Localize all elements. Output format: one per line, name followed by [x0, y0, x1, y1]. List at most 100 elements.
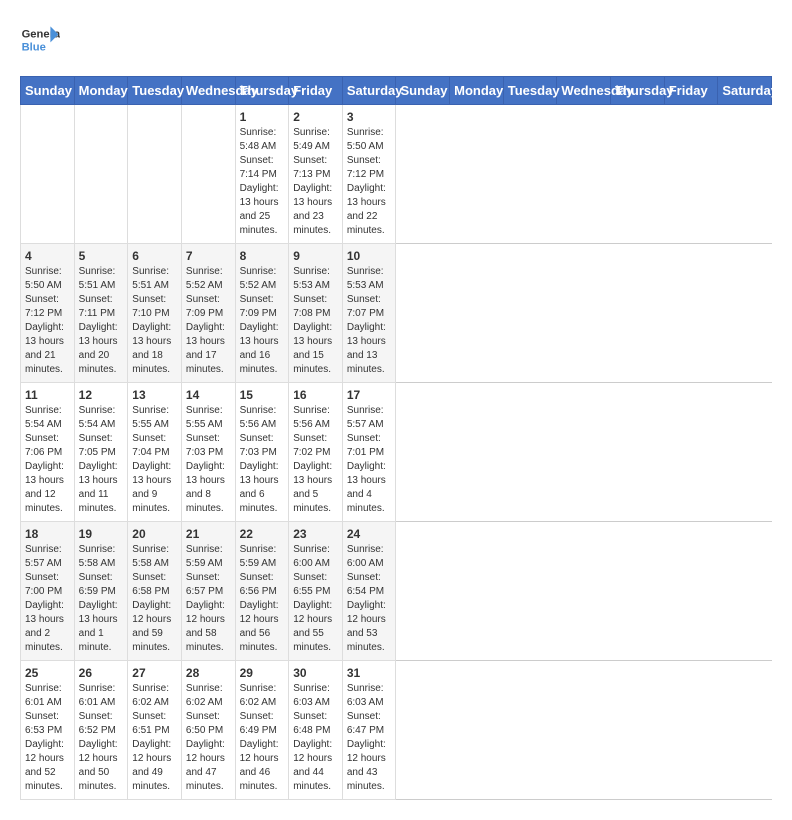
calendar-table: SundayMondayTuesdayWednesdayThursdayFrid… — [20, 76, 772, 800]
calendar-cell: 30 Sunrise: 6:03 AM Sunset: 6:48 PM Dayli… — [289, 661, 343, 800]
day-number: 6 — [132, 249, 177, 263]
header-day-saturday: Saturday — [718, 77, 772, 105]
header-day-sunday: Sunday — [396, 77, 450, 105]
calendar-cell: 2Sunrise: 5:49 AM Sunset: 7:13 PM Daylig… — [289, 105, 343, 244]
calendar-cell — [21, 105, 75, 244]
calendar-cell — [181, 105, 235, 244]
calendar-cell: 27 Sunrise: 6:02 AM Sunset: 6:51 PM Dayli… — [128, 661, 182, 800]
day-content: Sunrise: 6:00 AM Sunset: 6:54 PM Dayligh… — [347, 543, 392, 655]
calendar-cell: 15 Sunrise: 5:56 AM Sunset: 7:03 PM Dayli… — [235, 383, 289, 522]
calendar-week-2: 4 Sunrise: 5:50 AM Sunset: 7:12 PM Daylig… — [21, 244, 772, 383]
day-number: 17 — [347, 388, 392, 402]
header-day-tuesday: Tuesday — [503, 77, 557, 105]
logo: General Blue — [20, 20, 60, 60]
day-content: Sunrise: 5:57 AM Sunset: 7:00 PM Dayligh… — [25, 543, 70, 655]
day-number: 30 — [293, 666, 338, 680]
header-day-friday: Friday — [664, 77, 718, 105]
page-header: General Blue — [20, 20, 772, 60]
calendar-cell: 10 Sunrise: 5:53 AM Sunset: 7:07 PM Dayli… — [342, 244, 396, 383]
header-wednesday: Wednesday — [181, 77, 235, 105]
day-content: Sunrise: 5:58 AM Sunset: 6:59 PM Dayligh… — [79, 543, 124, 655]
calendar-cell: 7Sunrise: 5:52 AM Sunset: 7:09 PM Daylig… — [181, 244, 235, 383]
day-content: Sunrise: 5:59 AM Sunset: 6:56 PM Dayligh… — [240, 543, 285, 655]
header-thursday: Thursday — [235, 77, 289, 105]
calendar-cell: 23Sunrise: 6:00 AM Sunset: 6:55 PM Dayli… — [289, 522, 343, 661]
calendar-cell: 18 Sunrise: 5:57 AM Sunset: 7:00 PM Dayli… — [21, 522, 75, 661]
day-number: 10 — [347, 249, 392, 263]
day-content: Sunrise: 6:02 AM Sunset: 6:51 PM Dayligh… — [132, 682, 177, 794]
calendar-cell: 5 Sunrise: 5:51 AM Sunset: 7:11 PM Daylig… — [74, 244, 128, 383]
day-content: Sunrise: 5:54 AM Sunset: 7:05 PM Dayligh… — [79, 404, 124, 516]
day-number: 11 — [25, 388, 70, 402]
day-content: Sunrise: 5:51 AM Sunset: 7:11 PM Dayligh… — [79, 265, 124, 377]
calendar-cell: 22 Sunrise: 5:59 AM Sunset: 6:56 PM Dayli… — [235, 522, 289, 661]
day-content: Sunrise: 5:52 AM Sunset: 7:09 PM Dayligh… — [240, 265, 285, 377]
day-number: 1 — [240, 110, 285, 124]
day-number: 3 — [347, 110, 392, 124]
day-number: 31 — [347, 666, 392, 680]
day-number: 22 — [240, 527, 285, 541]
day-content: Sunrise: 5:58 AM Sunset: 6:58 PM Dayligh… — [132, 543, 177, 655]
logo-icon: General Blue — [20, 20, 60, 60]
calendar-week-3: 11 Sunrise: 5:54 AM Sunset: 7:06 PM Dayli… — [21, 383, 772, 522]
calendar-cell: 4 Sunrise: 5:50 AM Sunset: 7:12 PM Daylig… — [21, 244, 75, 383]
calendar-week-1: 1Sunrise: 5:48 AM Sunset: 7:14 PM Daylig… — [21, 105, 772, 244]
day-content: Sunrise: 6:01 AM Sunset: 6:52 PM Dayligh… — [79, 682, 124, 794]
header-tuesday: Tuesday — [128, 77, 182, 105]
calendar-cell: 28Sunrise: 6:02 AM Sunset: 6:50 PM Dayli… — [181, 661, 235, 800]
calendar-cell: 6 Sunrise: 5:51 AM Sunset: 7:10 PM Daylig… — [128, 244, 182, 383]
calendar-cell: 19 Sunrise: 5:58 AM Sunset: 6:59 PM Dayli… — [74, 522, 128, 661]
header-saturday: Saturday — [342, 77, 396, 105]
day-content: Sunrise: 6:02 AM Sunset: 6:50 PM Dayligh… — [186, 682, 231, 794]
calendar-cell: 11 Sunrise: 5:54 AM Sunset: 7:06 PM Dayli… — [21, 383, 75, 522]
day-number: 19 — [79, 527, 124, 541]
day-content: Sunrise: 5:59 AM Sunset: 6:57 PM Dayligh… — [186, 543, 231, 655]
calendar-cell — [74, 105, 128, 244]
day-number: 5 — [79, 249, 124, 263]
day-content: Sunrise: 5:53 AM Sunset: 7:07 PM Dayligh… — [347, 265, 392, 377]
day-content: Sunrise: 5:55 AM Sunset: 7:04 PM Dayligh… — [132, 404, 177, 516]
day-content: Sunrise: 5:55 AM Sunset: 7:03 PM Dayligh… — [186, 404, 231, 516]
calendar-cell: 29Sunrise: 6:02 AM Sunset: 6:49 PM Dayli… — [235, 661, 289, 800]
day-number: 27 — [132, 666, 177, 680]
day-number: 4 — [25, 249, 70, 263]
day-number: 18 — [25, 527, 70, 541]
calendar-cell: 31 Sunrise: 6:03 AM Sunset: 6:47 PM Dayli… — [342, 661, 396, 800]
day-number: 20 — [132, 527, 177, 541]
header-day-wednesday: Wednesday — [557, 77, 611, 105]
day-content: Sunrise: 5:56 AM Sunset: 7:03 PM Dayligh… — [240, 404, 285, 516]
calendar-week-5: 25Sunrise: 6:01 AM Sunset: 6:53 PM Dayli… — [21, 661, 772, 800]
day-content: Sunrise: 5:57 AM Sunset: 7:01 PM Dayligh… — [347, 404, 392, 516]
day-number: 23 — [293, 527, 338, 541]
day-content: Sunrise: 5:51 AM Sunset: 7:10 PM Dayligh… — [132, 265, 177, 377]
day-content: Sunrise: 5:54 AM Sunset: 7:06 PM Dayligh… — [25, 404, 70, 516]
day-number: 29 — [240, 666, 285, 680]
calendar-cell: 3 Sunrise: 5:50 AM Sunset: 7:12 PM Daylig… — [342, 105, 396, 244]
day-number: 26 — [79, 666, 124, 680]
day-number: 13 — [132, 388, 177, 402]
calendar-cell: 16 Sunrise: 5:56 AM Sunset: 7:02 PM Dayli… — [289, 383, 343, 522]
day-number: 14 — [186, 388, 231, 402]
day-number: 15 — [240, 388, 285, 402]
calendar-header-row: SundayMondayTuesdayWednesdayThursdayFrid… — [21, 77, 772, 105]
day-content: Sunrise: 5:56 AM Sunset: 7:02 PM Dayligh… — [293, 404, 338, 516]
day-content: Sunrise: 5:53 AM Sunset: 7:08 PM Dayligh… — [293, 265, 338, 377]
calendar-cell: 25Sunrise: 6:01 AM Sunset: 6:53 PM Dayli… — [21, 661, 75, 800]
day-content: Sunrise: 6:03 AM Sunset: 6:47 PM Dayligh… — [347, 682, 392, 794]
header-sunday: Sunday — [21, 77, 75, 105]
calendar-cell: 13 Sunrise: 5:55 AM Sunset: 7:04 PM Dayli… — [128, 383, 182, 522]
day-content: Sunrise: 5:52 AM Sunset: 7:09 PM Dayligh… — [186, 265, 231, 377]
day-content: Sunrise: 6:03 AM Sunset: 6:48 PM Dayligh… — [293, 682, 338, 794]
day-content: Sunrise: 5:50 AM Sunset: 7:12 PM Dayligh… — [25, 265, 70, 377]
calendar-cell: 9Sunrise: 5:53 AM Sunset: 7:08 PM Daylig… — [289, 244, 343, 383]
header-day-monday: Monday — [450, 77, 504, 105]
header-day-thursday: Thursday — [611, 77, 665, 105]
day-content: Sunrise: 5:50 AM Sunset: 7:12 PM Dayligh… — [347, 126, 392, 238]
day-number: 16 — [293, 388, 338, 402]
calendar-cell: 1Sunrise: 5:48 AM Sunset: 7:14 PM Daylig… — [235, 105, 289, 244]
header-monday: Monday — [74, 77, 128, 105]
calendar-cell: 26 Sunrise: 6:01 AM Sunset: 6:52 PM Dayli… — [74, 661, 128, 800]
calendar-cell: 20 Sunrise: 5:58 AM Sunset: 6:58 PM Dayli… — [128, 522, 182, 661]
calendar-cell: 12Sunrise: 5:54 AM Sunset: 7:05 PM Dayli… — [74, 383, 128, 522]
header-friday: Friday — [289, 77, 343, 105]
